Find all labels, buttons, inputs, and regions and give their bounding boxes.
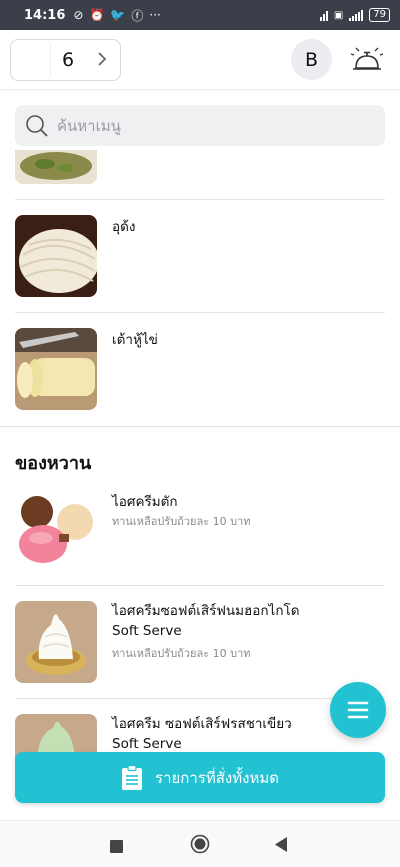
status-time: 14:16: [24, 7, 66, 23]
table-number: 6: [62, 49, 75, 71]
more-notifications-icon: ···: [149, 8, 161, 22]
menu-item-name-secondary: Soft Serve: [112, 736, 182, 752]
divider: [15, 585, 385, 586]
all-orders-button[interactable]: รายการที่สั่งทั้งหมด: [15, 752, 385, 803]
menu-item-name-secondary: Soft Serve: [112, 623, 182, 639]
search-icon: [25, 114, 49, 138]
avatar[interactable]: B: [291, 39, 332, 80]
table-logo-placeholder: [11, 40, 51, 80]
signal-icon: [349, 9, 364, 21]
facebook-icon: ⓕ: [131, 8, 144, 23]
divider: [15, 698, 385, 699]
battery-icon: 79: [369, 8, 390, 22]
nav-back-icon[interactable]: [275, 837, 288, 856]
clipboard-icon: [122, 764, 143, 790]
menu-list-icon: [347, 701, 369, 719]
divider: [15, 199, 385, 200]
menu-item-image: [15, 328, 97, 410]
chevron-right-icon: [97, 51, 107, 70]
system-nav-bar: [0, 820, 400, 867]
menu-item-name: ไอศครีมตัก: [112, 494, 178, 510]
menu-item-note: ทานเหลือปรับถ้วยละ 10 บาท: [112, 515, 251, 528]
mute-icon: ⊘: [73, 8, 84, 22]
menu-item-image: [15, 601, 97, 683]
twitter-icon: 🐦: [110, 8, 126, 22]
table-selector[interactable]: 6: [10, 39, 121, 81]
all-orders-label: รายการที่สั่งทั้งหมด: [155, 768, 279, 787]
section-title: ของหวาน: [15, 453, 92, 474]
menu-item-name: อุด้ง: [112, 219, 136, 235]
app-header: 6 B: [0, 30, 400, 90]
section-divider: [0, 426, 400, 427]
wifi-icon: [319, 10, 328, 21]
nav-circle-icon[interactable]: [190, 834, 210, 858]
service-bell-icon[interactable]: [350, 44, 384, 76]
nav-square-icon[interactable]: [110, 838, 123, 857]
menu-item-image: [15, 150, 97, 184]
divider: [15, 312, 385, 313]
search-input[interactable]: [57, 116, 357, 135]
search-bar[interactable]: [15, 105, 385, 146]
menu-item-name: ไอศครีมซอฟต์เสิร์ฟนมฮอกไกโด: [112, 603, 300, 619]
status-notification-icons: ⊘ ⏰ 🐦 ⓕ ···: [73, 7, 160, 24]
menu-item-image: [15, 490, 97, 572]
status-bar: 14:16 ⊘ ⏰ 🐦 ⓕ ··· ▣ 79: [0, 0, 400, 30]
menu-item-image: [15, 215, 97, 297]
menu-item-note: ทานเหลือปรับถ้วยละ 10 บาท: [112, 647, 251, 660]
alarm-icon: ⏰: [89, 8, 105, 22]
volte-icon: ▣: [333, 9, 344, 21]
category-menu-button[interactable]: [330, 682, 386, 738]
menu-item-name: เต้าหู้ไข่: [112, 332, 158, 348]
